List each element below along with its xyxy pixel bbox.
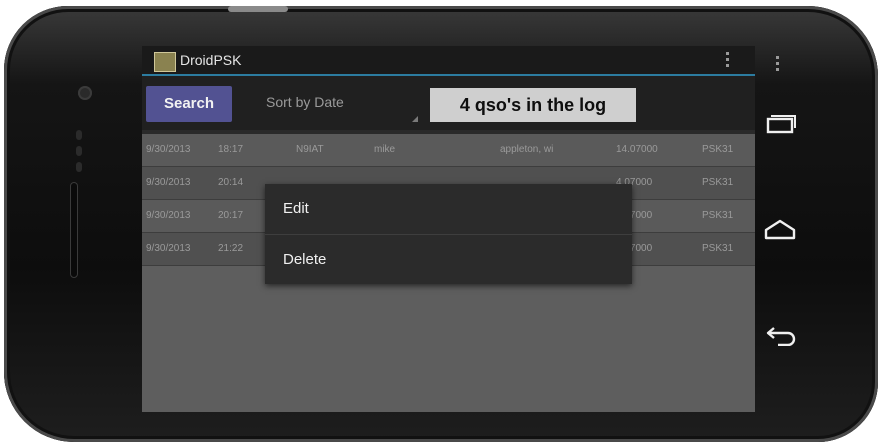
qso-date: 9/30/2013 (146, 144, 191, 155)
qso-date: 9/30/2013 (146, 243, 191, 254)
action-bar: DroidPSK (142, 46, 755, 74)
droidpsk-app-icon (154, 52, 176, 72)
search-button[interactable]: Search (146, 86, 232, 122)
app-title: DroidPSK (180, 52, 242, 68)
overflow-menu-icon[interactable] (726, 52, 729, 68)
screen: DroidPSK Search Sort by Date 4 qso's in … (142, 46, 755, 412)
qso-count: 4 qso's in the log (430, 88, 636, 122)
navigation-bar (756, 46, 806, 412)
qso-name: mike (374, 144, 396, 155)
overflow-menu-icon[interactable] (776, 56, 779, 74)
qso-mode: PSK31 (702, 144, 734, 155)
back-icon[interactable] (760, 322, 800, 346)
qso-frequency: 14.07000 (616, 144, 658, 155)
qso-location: appleton, wi (500, 144, 554, 155)
qso-date: 9/30/2013 (146, 177, 191, 188)
table-row[interactable]: 9/30/2013 18:17 N9IAT mike appleton, wi … (142, 134, 755, 167)
qso-time: 18:17 (218, 144, 244, 155)
menu-item-edit[interactable]: Edit (265, 184, 632, 234)
qso-mode: PSK31 (702, 210, 734, 221)
qso-callsign: N9IAT (296, 144, 324, 155)
home-icon[interactable] (760, 218, 800, 242)
qso-time: 20:14 (218, 177, 244, 188)
phone-side-grip (70, 182, 78, 278)
qso-date: 9/30/2013 (146, 210, 191, 221)
toolbar: Search Sort by Date 4 qso's in the log (142, 76, 755, 130)
qso-mode: PSK31 (702, 243, 734, 254)
spinner-caret-icon[interactable] (412, 116, 418, 122)
qso-time: 20:17 (218, 210, 244, 221)
empty-list-area (142, 266, 755, 412)
recent-apps-icon[interactable] (760, 112, 800, 136)
speaker-grille (76, 130, 84, 178)
power-button (228, 6, 288, 12)
menu-item-delete[interactable]: Delete (265, 234, 632, 285)
qso-mode: PSK31 (702, 177, 734, 188)
front-camera (78, 86, 92, 100)
qso-time: 21:22 (218, 243, 244, 254)
sort-spinner[interactable]: Sort by Date (266, 94, 344, 110)
context-menu: Edit Delete (265, 184, 632, 284)
